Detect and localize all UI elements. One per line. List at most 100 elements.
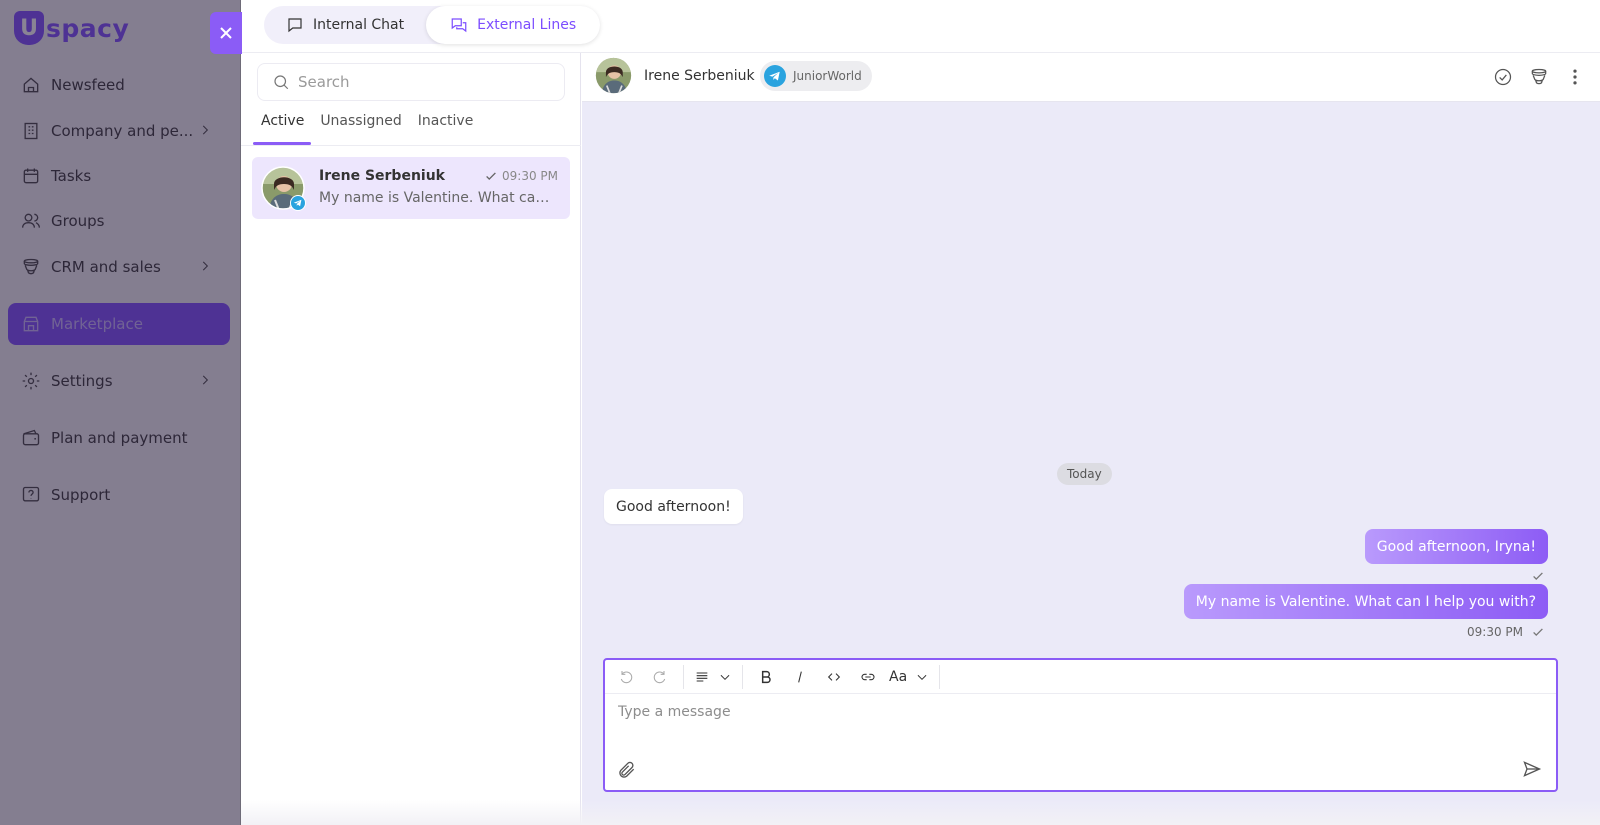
nav-label: Settings	[51, 372, 113, 390]
conversation-filter-tabs: Active Unassigned Inactive	[253, 113, 481, 145]
gear-icon	[20, 370, 42, 392]
conversation-list-panel: Active Unassigned Inactive	[241, 53, 581, 825]
undo-button[interactable]	[613, 664, 639, 690]
nav-item-crm[interactable]: CRM and sales	[8, 246, 230, 288]
funnel-icon	[1531, 68, 1547, 85]
nav-item-tasks[interactable]: Tasks	[8, 155, 230, 197]
code-button[interactable]	[821, 664, 847, 690]
search-input[interactable]	[298, 73, 558, 91]
formatting-toolbar: Aa	[605, 660, 1556, 694]
conversation-time: 09:30 PM	[484, 169, 558, 183]
more-options-button[interactable]	[1564, 66, 1586, 88]
nav-label: Newsfeed	[51, 76, 125, 94]
chevron-right-icon	[198, 123, 212, 137]
align-left-icon	[696, 671, 708, 682]
conversation-item[interactable]: Irene Serbeniuk 09:30 PM My name is Vale…	[252, 157, 570, 219]
telegram-icon	[290, 195, 306, 211]
home-icon	[20, 74, 42, 96]
chevron-down-icon	[917, 674, 927, 680]
send-icon	[1523, 761, 1542, 777]
chevron-right-icon	[198, 259, 212, 273]
check-icon	[1533, 628, 1543, 636]
message-time: 09:30 PM	[1467, 625, 1523, 639]
tab-internal-chat[interactable]: Internal Chat	[264, 6, 426, 44]
tab-inactive[interactable]: Inactive	[410, 113, 482, 145]
nav-item-groups[interactable]: Groups	[8, 200, 230, 242]
message-outgoing[interactable]: Good afternoon, Iryna!	[1364, 529, 1548, 564]
nav-item-marketplace[interactable]: Marketplace	[8, 303, 230, 345]
check-icon	[486, 172, 496, 181]
message-meta: 09:30 PM	[1467, 625, 1545, 639]
bold-icon	[761, 670, 771, 683]
chat-header-actions	[1478, 66, 1586, 88]
code-icon	[827, 672, 841, 681]
chevron-right-icon	[198, 373, 212, 387]
message-outgoing[interactable]: My name is Valentine. What can I help yo…	[1183, 584, 1548, 619]
conversation-preview: My name is Valentine. What can I help yo…	[319, 190, 557, 206]
help-icon	[20, 484, 42, 506]
nav-item-settings[interactable]: Settings	[8, 360, 230, 402]
font-size-label: Aa	[889, 668, 908, 685]
align-dropdown[interactable]	[694, 664, 732, 690]
chat-type-tabs: Internal Chat External Lines	[264, 6, 601, 44]
list-divider	[241, 145, 581, 146]
message-input[interactable]	[618, 704, 1538, 744]
telegram-icon	[764, 65, 786, 87]
toolbar-divider	[939, 664, 941, 689]
calendar-icon	[20, 165, 42, 187]
check-icon	[1531, 568, 1545, 582]
tab-active[interactable]: Active	[253, 113, 312, 145]
italic-icon	[798, 671, 802, 682]
search-box[interactable]	[257, 63, 565, 101]
link-icon	[861, 673, 875, 680]
link-button[interactable]	[855, 664, 881, 690]
building-icon	[20, 120, 42, 142]
chevron-down-icon	[720, 674, 730, 680]
nav-label: Marketplace	[51, 315, 143, 333]
resolve-button[interactable]	[1492, 66, 1514, 88]
nav-label: Plan and payment	[51, 429, 188, 447]
redo-icon	[653, 670, 666, 683]
undo-icon	[620, 670, 633, 683]
channel-badge[interactable]: JuniorWorld	[760, 61, 872, 91]
font-size-dropdown[interactable]: Aa	[889, 664, 929, 690]
nav-item-plan[interactable]: Plan and payment	[8, 417, 230, 459]
chat-panel: Internal Chat External Lines Active Unas…	[241, 0, 1600, 825]
close-icon	[220, 27, 232, 39]
contact-name[interactable]: Irene Serbeniuk	[644, 68, 755, 84]
bold-button[interactable]	[753, 664, 779, 690]
logo-mark: U	[14, 11, 44, 45]
time-text: 09:30 PM	[502, 169, 558, 183]
chat-header: Irene Serbeniuk JuniorWorld	[582, 53, 1600, 102]
nav-item-newsfeed[interactable]: Newsfeed	[8, 64, 230, 106]
tab-label: Internal Chat	[313, 17, 405, 33]
channel-name: JuniorWorld	[793, 69, 862, 83]
nav-label: Support	[51, 486, 111, 504]
funnel-icon	[20, 256, 42, 278]
nav-label: Tasks	[51, 167, 92, 185]
users-icon	[20, 210, 42, 232]
message-incoming[interactable]: Good afternoon!	[604, 489, 743, 524]
date-separator: Today	[1057, 463, 1112, 485]
message-composer: Aa	[603, 658, 1558, 792]
logo-text: spacy	[46, 13, 130, 43]
nav-label: Groups	[51, 212, 105, 230]
chat-bubble-icon	[288, 18, 302, 33]
toolbar-divider	[742, 664, 743, 689]
italic-button[interactable]	[787, 664, 813, 690]
uspacy-logo[interactable]: U spacy	[14, 8, 129, 48]
chat-bubbles-icon	[451, 18, 467, 33]
conversation-name: Irene Serbeniuk	[319, 168, 445, 184]
send-button[interactable]	[1522, 759, 1546, 783]
nav-item-support[interactable]: Support	[8, 474, 230, 516]
crm-button[interactable]	[1528, 66, 1550, 88]
tab-external-lines[interactable]: External Lines	[426, 6, 601, 44]
nav-item-company[interactable]: Company and pe...	[8, 110, 230, 152]
search-icon	[274, 75, 289, 90]
tab-unassigned[interactable]: Unassigned	[312, 113, 409, 145]
redo-button[interactable]	[647, 664, 673, 690]
attach-button[interactable]	[617, 760, 639, 782]
toolbar-divider	[683, 664, 684, 689]
close-chat-button[interactable]	[210, 12, 242, 54]
contact-avatar[interactable]	[595, 57, 632, 94]
